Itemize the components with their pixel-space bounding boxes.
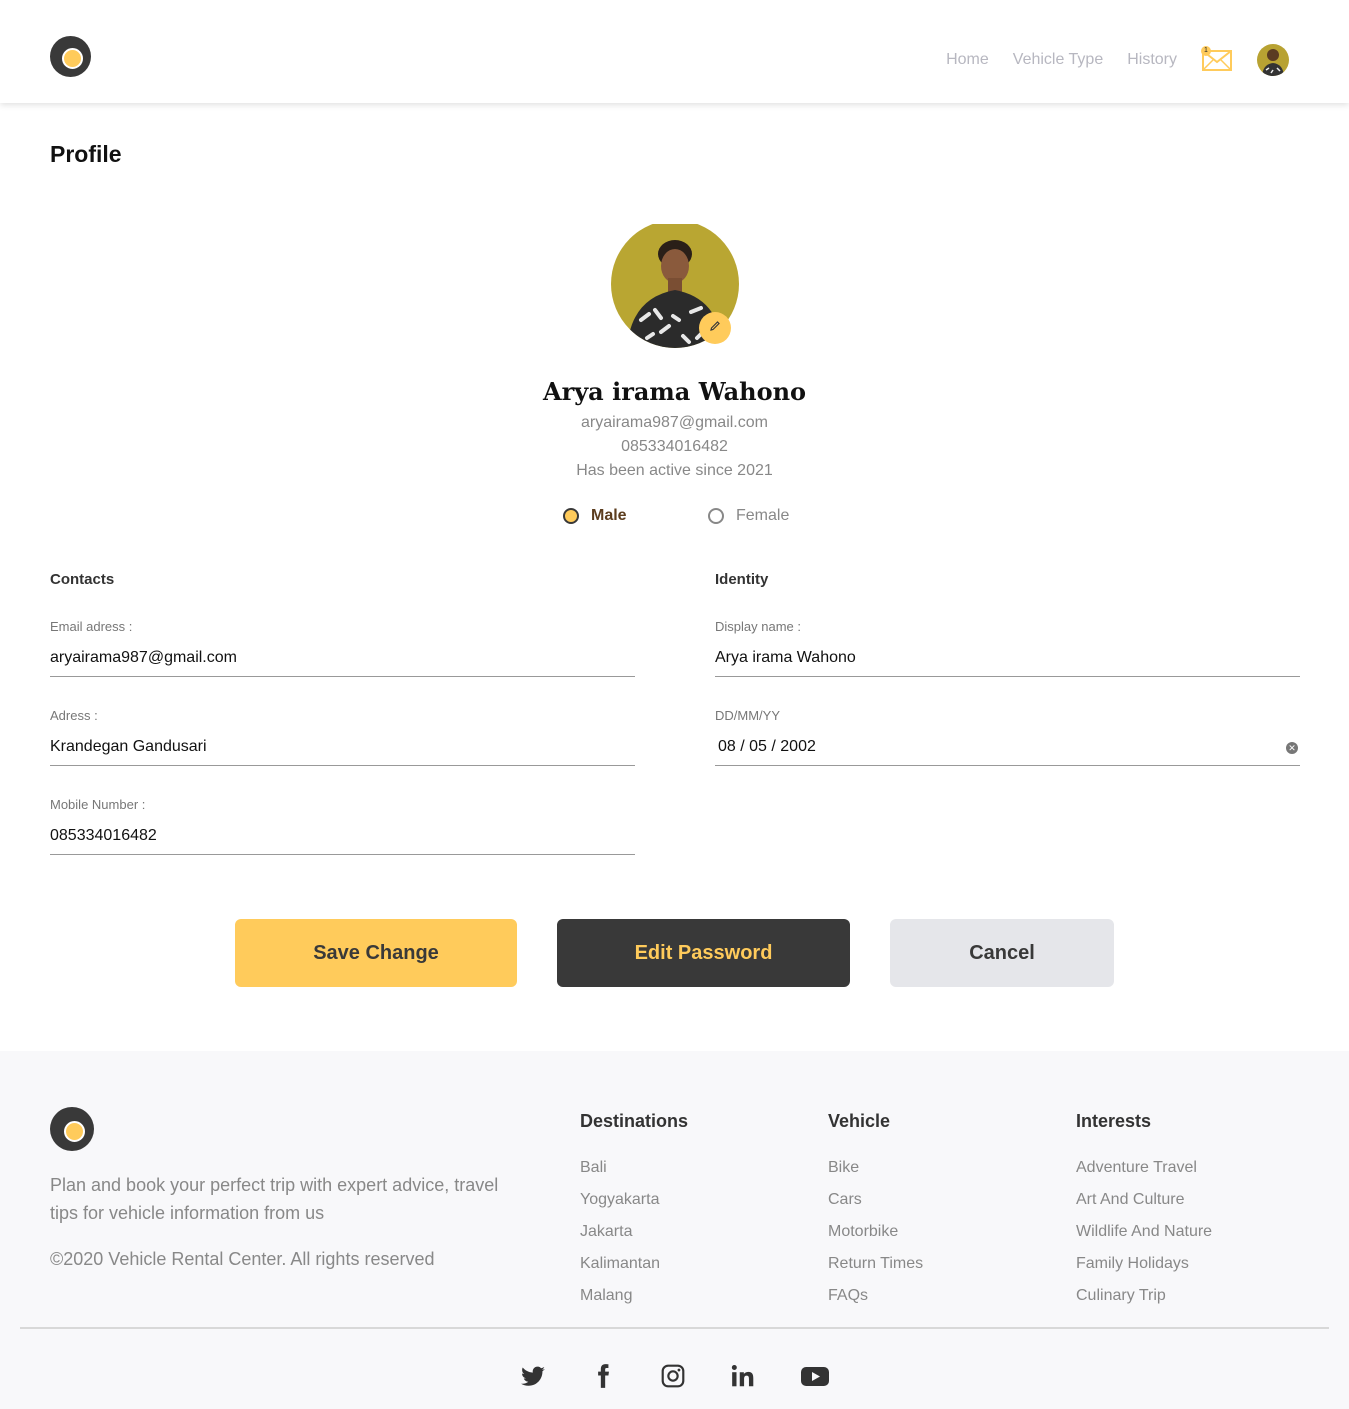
footer-link[interactable]: Bali: [580, 1152, 688, 1184]
footer-link[interactable]: Adventure Travel: [1076, 1152, 1212, 1184]
footer-col-interests: Interests Adventure Travel Art And Cultu…: [1076, 1111, 1212, 1312]
display-name-field[interactable]: Arya irama Wahono: [715, 645, 1300, 677]
footer-link[interactable]: Kalimantan: [580, 1248, 688, 1280]
linkedin-icon[interactable]: [730, 1363, 756, 1389]
page-title: Profile: [50, 141, 122, 167]
email-field[interactable]: aryairama987@gmail.com: [50, 645, 635, 677]
footer-col-title: Interests: [1076, 1111, 1152, 1131]
pencil-icon: [709, 319, 721, 337]
social-links: [0, 1363, 1349, 1389]
gender-male-label: Male: [591, 507, 627, 524]
nav-history[interactable]: History: [1127, 40, 1177, 80]
cancel-button[interactable]: Cancel: [890, 919, 1114, 987]
edit-photo-button[interactable]: [699, 312, 731, 344]
nav-vehicle-type[interactable]: Vehicle Type: [1013, 40, 1103, 80]
nav-home[interactable]: Home: [946, 40, 989, 80]
footer-divider: [20, 1327, 1329, 1329]
footer-link[interactable]: Jakarta: [580, 1216, 688, 1248]
footer-copyright: ©2020 Vehicle Rental Center. All rights …: [50, 1249, 435, 1269]
twitter-icon[interactable]: [520, 1363, 546, 1389]
dob-label: DD/MM/YY: [715, 708, 780, 723]
radio-male[interactable]: [563, 508, 579, 524]
footer-link[interactable]: Yogyakarta: [580, 1184, 688, 1216]
profile-active-since: Has been active since 2021: [576, 462, 773, 479]
dob-value: 08 / 05 / 2002: [718, 738, 816, 755]
mail-badge: 1: [1201, 46, 1211, 56]
footer-link[interactable]: Motorbike: [828, 1216, 923, 1248]
footer-tagline: Plan and book your perfect trip with exp…: [50, 1175, 499, 1223]
footer-col-title: Destinations: [580, 1111, 689, 1131]
profile-avatar: [611, 224, 739, 348]
profile-phone: 085334016482: [621, 438, 728, 455]
footer-col-destinations: Destinations Bali Yogyakarta Jakarta Kal…: [580, 1111, 688, 1312]
footer-link[interactable]: Malang: [580, 1280, 688, 1312]
radio-female[interactable]: [708, 508, 724, 524]
clear-icon[interactable]: ✕: [1286, 742, 1298, 754]
mobile-label: Mobile Number :: [50, 797, 146, 812]
save-change-button[interactable]: Save Change: [235, 919, 517, 987]
footer-link[interactable]: Cars: [828, 1184, 923, 1216]
contacts-heading: Contacts: [50, 571, 115, 588]
footer-link[interactable]: Wildlife And Nature: [1076, 1216, 1212, 1248]
youtube-icon[interactable]: [800, 1363, 830, 1389]
gender-male-option[interactable]: Male: [563, 507, 627, 525]
gender-female-label: Female: [736, 507, 790, 524]
mobile-field[interactable]: 085334016482: [50, 823, 635, 855]
address-field[interactable]: Krandegan Gandusari: [50, 734, 635, 766]
footer-link[interactable]: Art And Culture: [1076, 1184, 1212, 1216]
facebook-icon[interactable]: [590, 1363, 616, 1389]
display-name-label: Display name :: [715, 619, 801, 634]
user-avatar[interactable]: [1257, 44, 1289, 76]
gender-female-option[interactable]: Female: [708, 507, 789, 525]
edit-password-button[interactable]: Edit Password: [557, 919, 850, 987]
footer: Plan and book your perfect trip with exp…: [0, 1051, 1349, 1409]
email-label: Email adress :: [50, 619, 133, 634]
profile-email: aryairama987@gmail.com: [581, 414, 768, 431]
profile-name: Arya irama Wahono: [542, 377, 807, 406]
footer-link[interactable]: FAQs: [828, 1280, 923, 1312]
main-nav: Home Vehicle Type History 1: [946, 40, 1289, 80]
mail-icon[interactable]: 1: [1201, 46, 1233, 72]
footer-link[interactable]: Family Holidays: [1076, 1248, 1212, 1280]
footer-link[interactable]: Return Times: [828, 1248, 923, 1280]
footer-col-vehicle: Vehicle Bike Cars Motorbike Return Times…: [828, 1111, 923, 1312]
footer-link[interactable]: Culinary Trip: [1076, 1280, 1212, 1312]
footer-col-title: Vehicle: [828, 1111, 891, 1131]
footer-link[interactable]: Bike: [828, 1152, 923, 1184]
footer-logo-icon[interactable]: [50, 1107, 94, 1151]
logo-icon[interactable]: [50, 36, 91, 77]
address-label: Adress :: [50, 708, 98, 723]
identity-heading: Identity: [715, 571, 769, 588]
instagram-icon[interactable]: [660, 1363, 686, 1389]
dob-field[interactable]: 08 / 05 / 2002 ✕: [715, 734, 1300, 766]
top-header: Home Vehicle Type History 1: [0, 0, 1349, 103]
